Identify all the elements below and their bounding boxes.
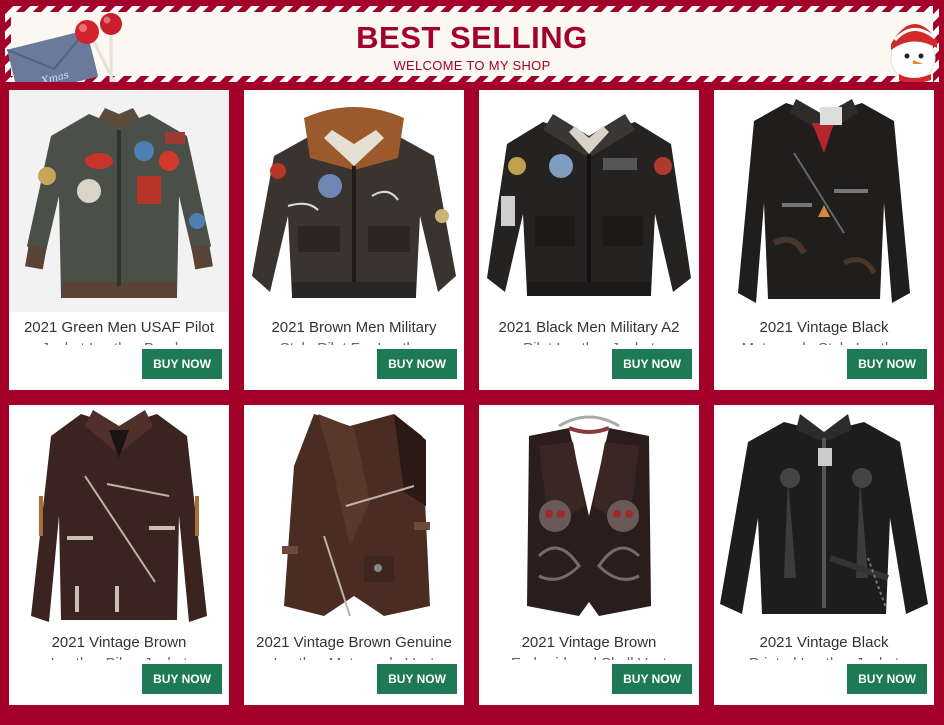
- black-printed-jacket-icon: [720, 414, 928, 614]
- product-card[interactable]: 2021 Vintage Black Printed Leather Jacke…: [714, 405, 934, 705]
- product-image[interactable]: [9, 90, 229, 312]
- product-title-line2: Printed Leather Jacket: [724, 654, 924, 660]
- product-image[interactable]: [244, 90, 464, 312]
- snowman-icon: [890, 23, 937, 82]
- buy-now-button[interactable]: BUY NOW: [142, 349, 222, 379]
- product-title-line2: Leather Motorcycle Vest: [254, 654, 454, 660]
- product-title-line2: Embroidered Skull Vest: [489, 654, 689, 660]
- product-image[interactable]: [714, 405, 934, 627]
- product-title[interactable]: 2021 Vintage Brown: [9, 633, 229, 653]
- product-title[interactable]: 2021 Vintage Black: [714, 633, 934, 653]
- product-title-line2: Motorcycle Style Leather: [724, 339, 924, 345]
- buy-now-button[interactable]: BUY NOW: [377, 664, 457, 694]
- product-card[interactable]: 2021 Brown Men Military Style Pilot Fur …: [244, 90, 464, 390]
- product-image[interactable]: [479, 405, 699, 627]
- banner-subtitle: WELCOME TO MY SHOP: [393, 58, 551, 73]
- black-motorcycle-jacket-icon: [738, 99, 910, 303]
- product-title-line2: Leather Biker Jacket: [19, 654, 219, 660]
- black-a2-jacket-icon: [487, 114, 691, 296]
- product-title-line2: Pilot Leather Jacket: [489, 339, 689, 345]
- banner-panel: Xmas BEST SELLING WELCOME TO MY SHOP: [5, 6, 939, 82]
- product-title[interactable]: 2021 Vintage Brown: [479, 633, 699, 653]
- brown-biker-jacket-icon: [31, 410, 207, 622]
- product-title-line2: Jacket Leather Bomber: [19, 339, 219, 345]
- product-title[interactable]: 2021 Vintage Brown Genuine: [244, 633, 464, 653]
- product-card[interactable]: 2021 Green Men USAF Pilot Jacket Leather…: [9, 90, 229, 390]
- candy-stripe-top: [5, 6, 939, 12]
- buy-now-button[interactable]: BUY NOW: [847, 664, 927, 694]
- brown-leather-vest-icon: [282, 414, 430, 617]
- green-pilot-jacket-icon: [25, 108, 213, 298]
- product-image[interactable]: [244, 405, 464, 627]
- skull-vest-icon: [527, 415, 651, 616]
- product-title[interactable]: 2021 Green Men USAF Pilot: [9, 318, 229, 338]
- product-card[interactable]: 2021 Black Men Military A2 Pilot Leather…: [479, 90, 699, 390]
- product-image[interactable]: [9, 405, 229, 627]
- product-title[interactable]: 2021 Black Men Military A2: [479, 318, 699, 338]
- product-card[interactable]: 2021 Vintage Black Motorcycle Style Leat…: [714, 90, 934, 390]
- product-card[interactable]: 2021 Vintage Brown Leather Biker Jacket …: [9, 405, 229, 705]
- buy-now-button[interactable]: BUY NOW: [612, 349, 692, 379]
- buy-now-button[interactable]: BUY NOW: [612, 664, 692, 694]
- banner-title: BEST SELLING: [356, 20, 588, 55]
- product-image[interactable]: [714, 90, 934, 312]
- buy-now-button[interactable]: BUY NOW: [847, 349, 927, 379]
- buy-now-button[interactable]: BUY NOW: [142, 664, 222, 694]
- product-title[interactable]: 2021 Vintage Black: [714, 318, 934, 338]
- candy-stripe-bottom: [5, 76, 939, 82]
- buy-now-button[interactable]: BUY NOW: [377, 349, 457, 379]
- brown-military-jacket-icon: [252, 107, 456, 298]
- product-image[interactable]: [479, 90, 699, 312]
- product-card[interactable]: 2021 Vintage Brown Embroidered Skull Ves…: [479, 405, 699, 705]
- product-title-line2: Style Pilot Fur Leather: [254, 339, 454, 345]
- product-title[interactable]: 2021 Brown Men Military: [244, 318, 464, 338]
- best-selling-banner: Xmas BEST SELLING WELCOME TO MY SHOP: [0, 0, 944, 88]
- product-card[interactable]: 2021 Vintage Brown Genuine Leather Motor…: [244, 405, 464, 705]
